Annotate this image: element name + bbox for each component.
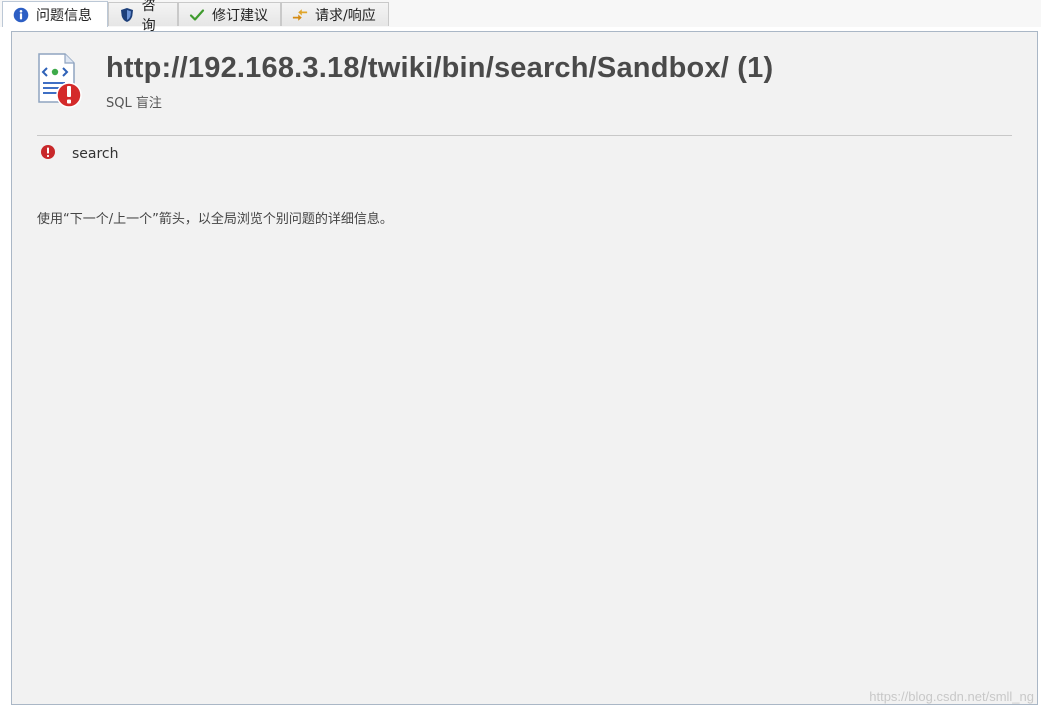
tab-label: 请求/响应 xyxy=(315,7,376,24)
tab-advisory[interactable]: 咨询 xyxy=(108,0,178,34)
error-icon xyxy=(40,144,56,164)
shield-icon xyxy=(119,7,135,23)
divider xyxy=(37,135,1012,136)
tab-label: 咨询 xyxy=(141,0,156,34)
issue-info-panel: http://192.168.3.18/twiki/bin/search/San… xyxy=(11,31,1038,705)
tab-request-response[interactable]: 请求/响应 xyxy=(281,2,389,26)
checkmark-icon xyxy=(189,7,205,23)
info-icon xyxy=(13,7,29,23)
tab-fix-recommendation[interactable]: 修订建议 xyxy=(178,2,281,26)
tab-label: 修订建议 xyxy=(212,7,268,24)
issue-title: http://192.168.3.18/twiki/bin/search/San… xyxy=(106,52,774,84)
watermark: https://blog.csdn.net/smll_ng xyxy=(869,689,1034,704)
tab-label: 问题信息 xyxy=(36,7,92,24)
issue-subtitle: SQL 盲注 xyxy=(106,96,162,111)
issue-item[interactable]: search xyxy=(40,144,119,164)
web-page-error-icon xyxy=(36,52,84,110)
tab-bar: 问题信息 咨询 修订建议 请求/响应 xyxy=(0,0,1041,34)
tab-issue-info[interactable]: 问题信息 xyxy=(2,1,108,27)
arrows-icon xyxy=(292,7,308,23)
navigation-hint: 使用“下一个/上一个”箭头，以全局浏览个别问题的详细信息。 xyxy=(37,212,393,227)
issue-item-label: search xyxy=(72,146,119,162)
